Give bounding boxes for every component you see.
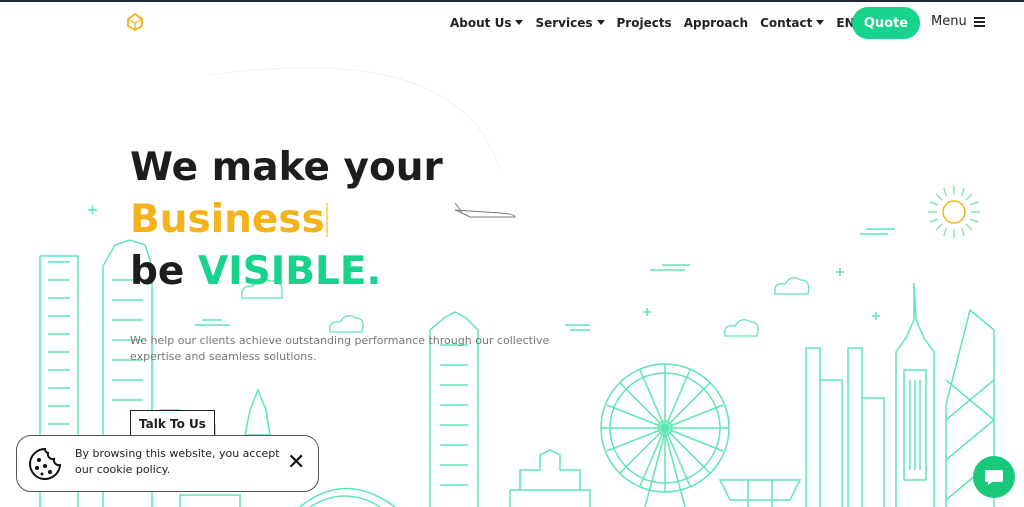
hero-line-2: Business [130,194,443,246]
cookie-banner: By browsing this website, you accept our… [16,435,319,492]
hero-line-3: be VISIBLE. [130,246,443,298]
hero-highlight-business: Business [130,197,325,242]
hero-headline: We make your Business be VISIBLE. [130,142,443,298]
hero-line-3-prefix: be [130,249,198,294]
chat-button[interactable] [973,456,1015,498]
hero-subtitle: We help our clients achieve outstanding … [130,334,550,363]
chat-bubble-icon [985,470,1003,485]
talk-to-us-button[interactable]: Talk To Us [130,410,215,437]
hero-line-1: We make your [130,145,443,190]
typing-cursor [325,203,328,237]
cookie-icon [29,447,62,480]
close-icon[interactable]: ✕ [287,452,305,474]
hero-highlight-visible: VISIBLE. [197,249,382,294]
cookie-message: By browsing this website, you accept our… [75,447,280,476]
